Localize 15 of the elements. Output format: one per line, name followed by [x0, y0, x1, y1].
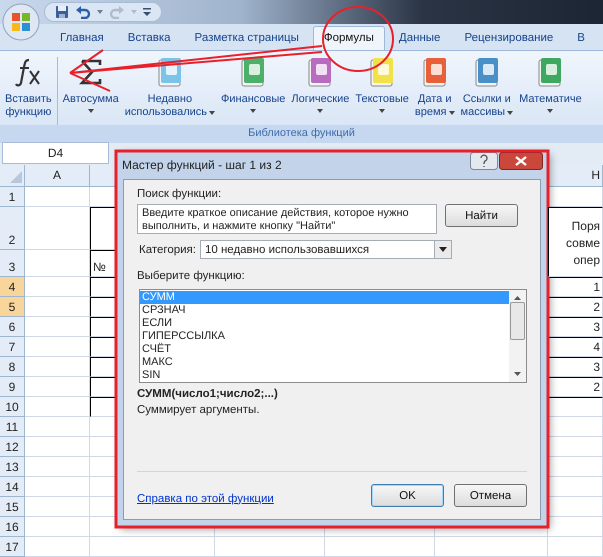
cell-text: 2 — [593, 380, 600, 394]
cell-text: 3 — [593, 360, 600, 374]
category-label: Категория: — [139, 244, 196, 256]
function-list-label: Выберите функцию: — [137, 270, 246, 282]
cell-text: 1 — [593, 280, 600, 294]
function-signature: СУММ(число1;число2;...) — [137, 388, 279, 400]
cell-text: Поря совме опер — [566, 218, 600, 269]
cell-text: 3 — [593, 320, 600, 334]
search-label: Поиск функции: — [137, 188, 222, 200]
cell-text: № — [93, 260, 106, 274]
dialog-title: Мастер функций - шаг 1 из 2 — [122, 158, 282, 172]
group-label: Библиотека функций — [0, 125, 603, 143]
cell-text: 4 — [593, 340, 600, 354]
function-description: Суммирует аргументы. — [137, 404, 261, 416]
cell-text: 2 — [593, 300, 600, 314]
